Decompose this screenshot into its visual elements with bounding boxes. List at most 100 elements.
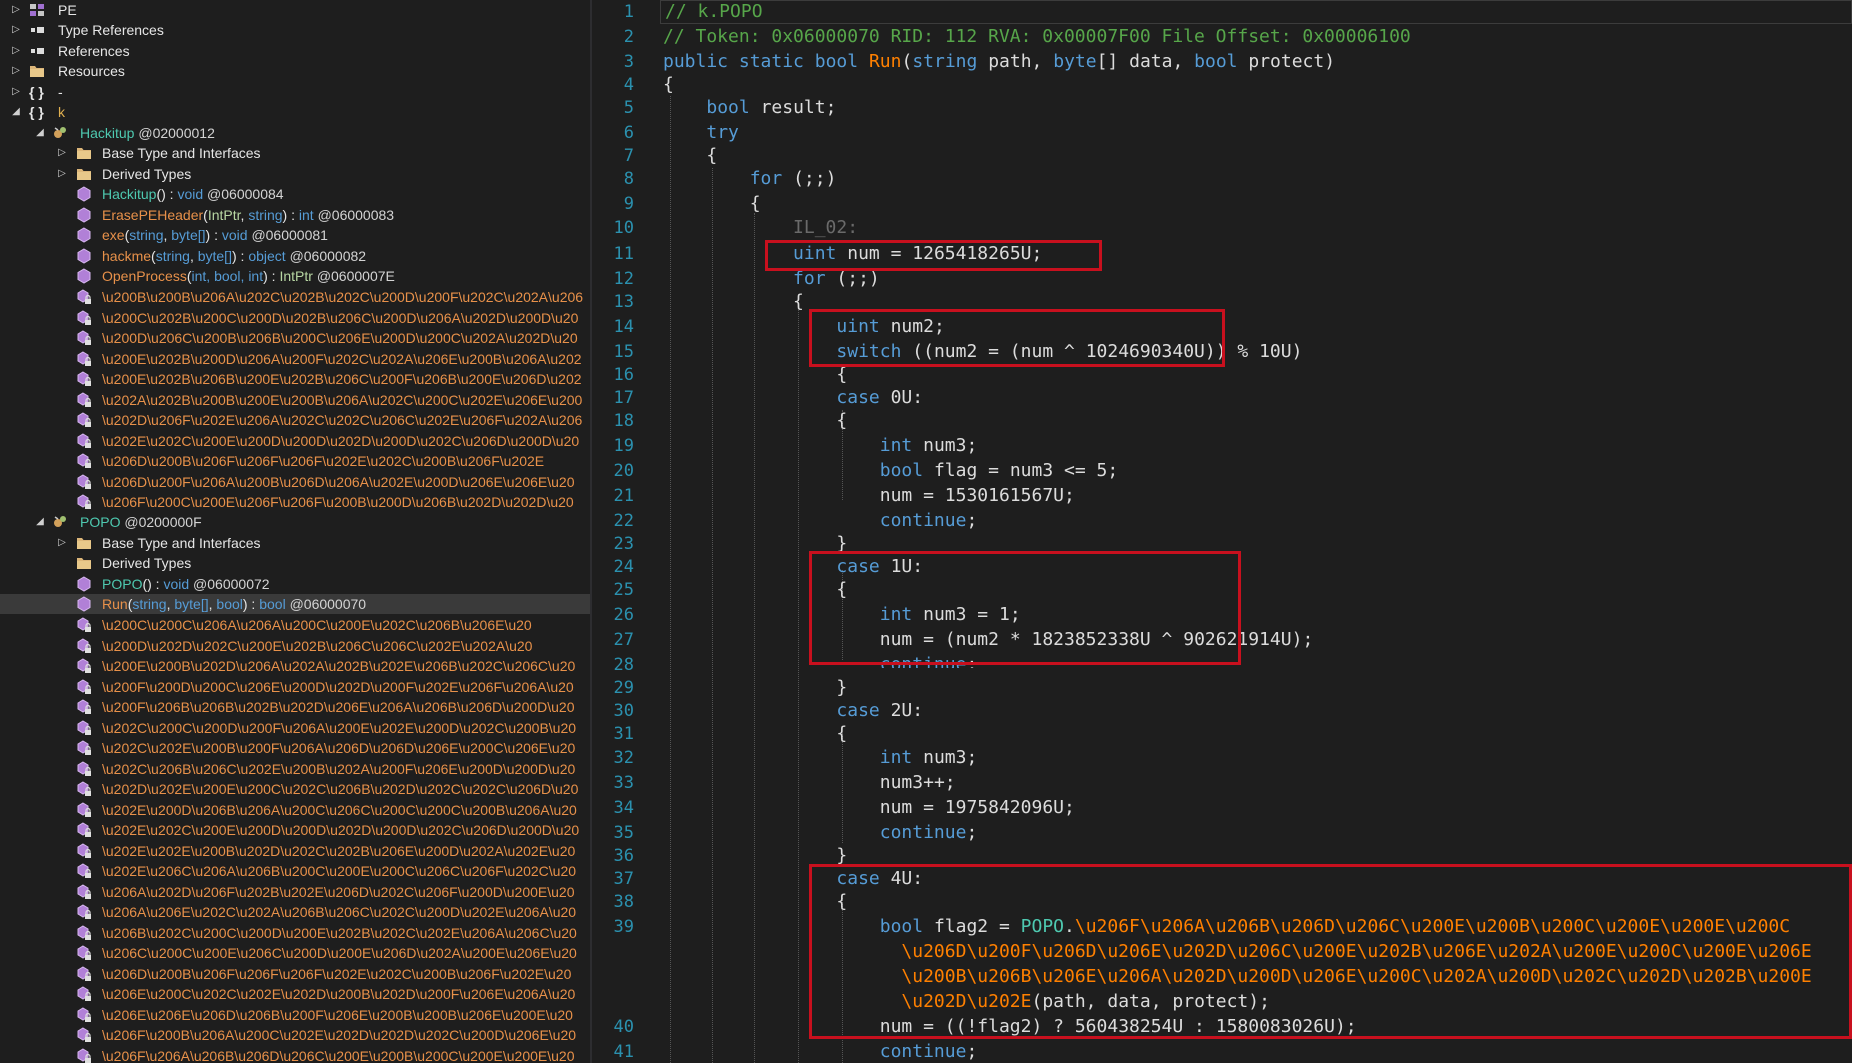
folder-icon: [76, 145, 92, 161]
tree-item-obfuscated-member[interactable]: \u200C\u202B\u200C\u200D\u202B\u206C\u20…: [0, 308, 590, 328]
expand-arrow-icon[interactable]: ▷: [10, 0, 22, 20]
private-method-icon: [76, 392, 92, 408]
code-editor[interactable]: 1 2 3 4 5 6 7 8 9 10 11 12 13 14 15 16 17 18 19 20 21 22 23 24 2…: [592, 0, 1852, 1063]
expand-arrow-icon[interactable]: ▷: [10, 82, 22, 102]
member-name: \u206D\u200B\u206F\u206F\u206F\u202E\u20…: [102, 966, 572, 982]
line-number: 26: [613, 605, 634, 625]
tree-item-obfuscated-member[interactable]: \u200E\u202B\u206B\u200E\u202B\u206C\u20…: [0, 369, 590, 389]
tree-item-method[interactable]: hackme(string, byte[]) : object @0600008…: [0, 246, 590, 266]
tree-item-obfuscated-member[interactable]: \u200D\u202D\u202C\u200E\u202B\u206C\u20…: [0, 636, 590, 656]
tree-item-type-references[interactable]: ▷ Type References: [0, 20, 590, 40]
token: @06000084: [207, 186, 284, 202]
member-name: \u200C\u200C\u206A\u206A\u200C\u200E\u20…: [102, 617, 532, 633]
tree-item-obfuscated-member[interactable]: \u206E\u200C\u202C\u202E\u202D\u200B\u20…: [0, 984, 590, 1004]
tree-item-obfuscated-member[interactable]: \u206F\u200B\u206A\u200C\u202E\u202D\u20…: [0, 1025, 590, 1045]
tree-item-obfuscated-member[interactable]: \u206A\u202D\u206F\u202B\u202E\u206D\u20…: [0, 882, 590, 902]
private-method-icon: [76, 289, 92, 305]
line-number: 34: [613, 798, 634, 818]
tree-item-obfuscated-member[interactable]: \u202C\u202E\u200B\u200F\u206A\u206D\u20…: [0, 738, 590, 758]
tree-item-derived-types[interactable]: ▷ Derived Types: [0, 164, 590, 184]
collapse-arrow-icon[interactable]: ◢: [10, 102, 22, 122]
expand-arrow-icon[interactable]: ▷: [56, 143, 68, 163]
tree-item-obfuscated-member[interactable]: \u206F\u206A\u206B\u206D\u206C\u200E\u20…: [0, 1046, 590, 1063]
method-name: Hackitup: [102, 186, 157, 202]
tree-item-obfuscated-member[interactable]: \u202E\u202E\u200B\u202D\u202C\u202B\u20…: [0, 841, 590, 861]
param-type: bool: [216, 596, 243, 612]
tree-item-obfuscated-member[interactable]: \u206C\u200C\u200E\u206C\u200D\u200E\u20…: [0, 943, 590, 963]
line-number: 1: [623, 2, 634, 22]
code-line-41: continue;: [879, 1041, 978, 1062]
token: @06000081: [251, 227, 328, 243]
tree-item-obfuscated-member[interactable]: \u206F\u200C\u200E\u206F\u206F\u200B\u20…: [0, 492, 590, 512]
tree-item-method[interactable]: exe(string, byte[]) : void @06000081: [0, 225, 590, 245]
expand-arrow-icon[interactable]: ▷: [10, 61, 22, 81]
code-line-16: {: [836, 364, 848, 385]
line-number: 40: [613, 1017, 634, 1037]
member-name: \u200E\u200B\u202D\u206A\u202A\u202B\u20…: [102, 658, 576, 674]
tree-item-obfuscated-member[interactable]: \u202D\u206F\u202E\u206A\u202C\u202C\u20…: [0, 410, 590, 430]
tree-item-obfuscated-member[interactable]: \u200E\u200B\u202D\u206A\u202A\u202B\u20…: [0, 656, 590, 676]
tree-item-obfuscated-member[interactable]: \u206A\u206E\u202C\u202A\u206B\u206C\u20…: [0, 902, 590, 922]
tree-item-base-types[interactable]: ▷ Base Type and Interfaces: [0, 143, 590, 163]
expand-arrow-icon[interactable]: ▷: [56, 164, 68, 184]
expand-arrow-icon[interactable]: ▷: [10, 41, 22, 61]
tree-item-method[interactable]: ErasePEHeader(IntPtr, string) : int @060…: [0, 205, 590, 225]
tree-item-obfuscated-member[interactable]: \u202E\u202C\u200E\u200D\u200D\u202D\u20…: [0, 431, 590, 451]
tree-item-obfuscated-member[interactable]: \u202E\u200D\u206B\u206A\u200C\u206C\u20…: [0, 800, 590, 820]
tree-item-class-popo[interactable]: ◢ POPO @0200000F: [0, 512, 590, 532]
tree-item-class-hackitup[interactable]: ◢ Hackitup @02000012: [0, 123, 590, 143]
code-line-29: }: [836, 677, 848, 698]
tree-item-resources[interactable]: ▷ Resources: [0, 61, 590, 81]
tree-item-references[interactable]: ▷ References: [0, 41, 590, 61]
tree-item-method[interactable]: OpenProcess(int, bool, int) : IntPtr @06…: [0, 266, 590, 286]
member-name: \u202C\u202E\u200B\u200F\u206A\u206D\u20…: [102, 740, 576, 756]
tree-item-obfuscated-member[interactable]: \u200B\u200B\u206A\u202C\u202B\u202C\u20…: [0, 287, 590, 307]
tree-item-namespace-k[interactable]: ◢ { } k: [0, 102, 590, 122]
private-method-icon: [76, 310, 92, 326]
member-name: \u206D\u200F\u206A\u200B\u206D\u206A\u20…: [102, 474, 575, 490]
tree-item-derived-types[interactable]: Derived Types: [0, 553, 590, 573]
namespace-braces-icon: { }: [29, 84, 44, 100]
tree-item-obfuscated-member[interactable]: \u206D\u200B\u206F\u206F\u206F\u202E\u20…: [0, 451, 590, 471]
line-number: 18: [613, 411, 634, 431]
code-line-35: continue;: [879, 822, 978, 843]
member-name: \u200F\u206B\u206B\u202B\u202D\u206E\u20…: [102, 699, 575, 715]
expand-arrow-icon[interactable]: ▷: [56, 533, 68, 553]
param-type: string: [129, 227, 164, 243]
tree-item-obfuscated-member[interactable]: \u200C\u200C\u206A\u206A\u200C\u200E\u20…: [0, 615, 590, 635]
code-line-3: public static bool Run(string path, byte…: [663, 51, 1336, 72]
tree-item-obfuscated-member[interactable]: \u200F\u206B\u206B\u202B\u202D\u206E\u20…: [0, 697, 590, 717]
tree-item-method-run-selected[interactable]: Run(string, byte[], bool) : bool @060000…: [0, 594, 590, 614]
tree-item-namespace-dash[interactable]: ▷ { } -: [0, 82, 590, 102]
private-method-icon: [76, 843, 92, 859]
tree-item-obfuscated-member[interactable]: \u202A\u202B\u200B\u200E\u200B\u206A\u20…: [0, 390, 590, 410]
code-line-34: num = 1975842096U;: [879, 797, 1075, 818]
tree-item-obfuscated-member[interactable]: \u202C\u206B\u206C\u202E\u200B\u202A\u20…: [0, 759, 590, 779]
tree-item-obfuscated-member[interactable]: \u206D\u200B\u206F\u206F\u206F\u202E\u20…: [0, 964, 590, 984]
tree-item-obfuscated-member[interactable]: \u202E\u202C\u200E\u200D\u200D\u202D\u20…: [0, 820, 590, 840]
member-name: \u202E\u200D\u206B\u206A\u200C\u206C\u20…: [102, 802, 577, 818]
tree-item-method[interactable]: Hackitup() : void @06000084: [0, 184, 590, 204]
tree-item-obfuscated-member[interactable]: \u206E\u206E\u206D\u206B\u200F\u206E\u20…: [0, 1005, 590, 1025]
member-name: \u200F\u200D\u200C\u206E\u200D\u202D\u20…: [102, 679, 574, 695]
collapse-arrow-icon[interactable]: ◢: [34, 512, 46, 532]
tree-item-obfuscated-member[interactable]: \u202C\u200C\u200D\u200F\u206A\u200E\u20…: [0, 718, 590, 738]
tree-item-base-types[interactable]: ▷ Base Type and Interfaces: [0, 533, 590, 553]
tree-item-obfuscated-member[interactable]: \u206D\u200F\u206A\u200B\u206D\u206A\u20…: [0, 472, 590, 492]
member-name: \u200E\u202B\u200D\u206A\u200F\u202C\u20…: [102, 351, 582, 367]
collapse-arrow-icon[interactable]: ◢: [34, 123, 46, 143]
tree-item-obfuscated-member[interactable]: \u200F\u200D\u200C\u206E\u200D\u202D\u20…: [0, 677, 590, 697]
expand-arrow-icon[interactable]: ▷: [10, 20, 22, 40]
param-type: byte[]: [171, 227, 206, 243]
namespace-braces-icon: { }: [29, 104, 44, 120]
line-number: 25: [613, 580, 634, 600]
tree-item-obfuscated-member[interactable]: \u200E\u202B\u200D\u206A\u200F\u202C\u20…: [0, 349, 590, 369]
line-number: 13: [613, 292, 634, 312]
tree-item-pe[interactable]: ▷ PE: [0, 0, 590, 20]
tree-item-obfuscated-member[interactable]: \u202D\u202E\u200E\u200C\u202C\u206B\u20…: [0, 779, 590, 799]
references-icon: [31, 48, 44, 54]
tree-item-obfuscated-member[interactable]: \u206B\u202C\u200C\u200D\u200E\u202B\u20…: [0, 923, 590, 943]
tree-item-method[interactable]: POPO() : void @06000072: [0, 574, 590, 594]
tree-item-obfuscated-member[interactable]: \u202E\u206C\u206A\u206B\u200C\u200E\u20…: [0, 861, 590, 881]
tree-item-obfuscated-member[interactable]: \u200D\u206C\u200B\u206B\u200C\u206E\u20…: [0, 328, 590, 348]
